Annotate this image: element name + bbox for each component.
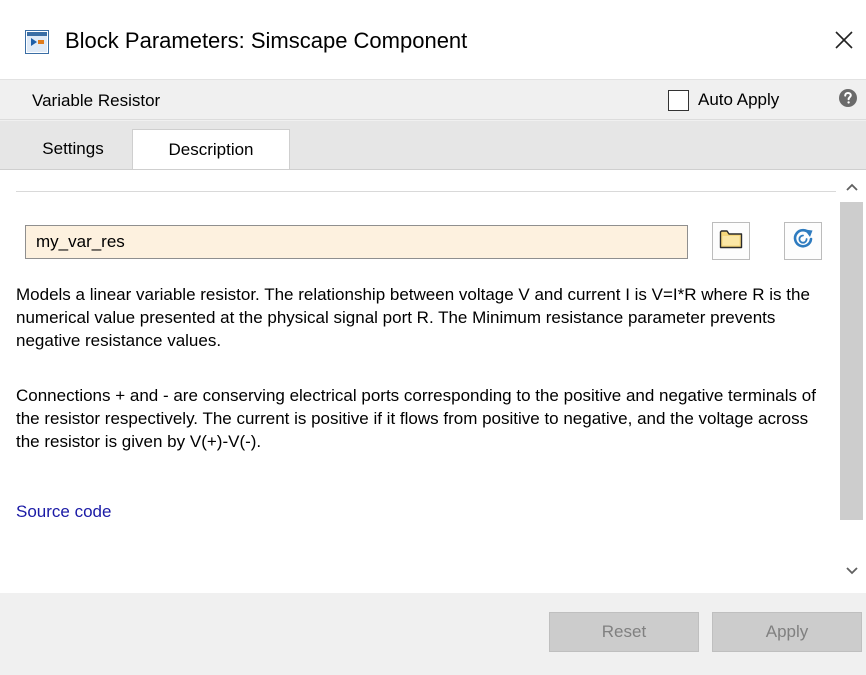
chevron-down-icon [845,563,859,581]
tab-settings[interactable]: Settings [14,129,132,169]
auto-apply-checkbox[interactable] [668,89,689,111]
folder-icon [719,228,743,255]
source-file-input[interactable] [25,225,688,259]
refresh-button[interactable] [784,222,822,260]
description-paragraph-2: Connections + and - are conserving elect… [16,386,816,451]
block-name-label: Variable Resistor [32,91,161,110]
scroll-up-button[interactable] [837,176,866,200]
description-pane: Models a linear variable resistor. The r… [0,169,866,593]
help-icon[interactable] [838,88,858,108]
block-parameters-dialog: Block Parameters: Simscape Component Var… [0,0,866,675]
description-paragraph-1: Models a linear variable resistor. The r… [16,285,810,350]
tab-description[interactable]: Description [132,129,290,169]
close-icon [834,30,854,55]
title-bar: Block Parameters: Simscape Component [0,0,866,80]
dialog-footer: Reset Apply [0,593,866,675]
auto-apply-option[interactable]: Auto Apply [668,88,779,112]
block-header: Variable Resistor Auto Apply [0,80,866,120]
close-button[interactable] [826,24,862,60]
simulink-block-icon [25,30,49,54]
vertical-scrollbar[interactable] [837,170,866,593]
apply-button[interactable]: Apply [712,612,862,652]
refresh-icon [791,227,815,256]
window-title: Block Parameters: Simscape Component [65,28,468,53]
chevron-up-icon [845,179,859,197]
source-code-link[interactable]: Source code [16,500,111,523]
scroll-thumb[interactable] [840,202,863,520]
separator [16,191,836,192]
tab-bar: Settings Description [0,121,866,169]
open-file-button[interactable] [712,222,750,260]
reset-button[interactable]: Reset [549,612,699,652]
auto-apply-label: Auto Apply [698,90,780,109]
scroll-down-button[interactable] [837,560,866,584]
